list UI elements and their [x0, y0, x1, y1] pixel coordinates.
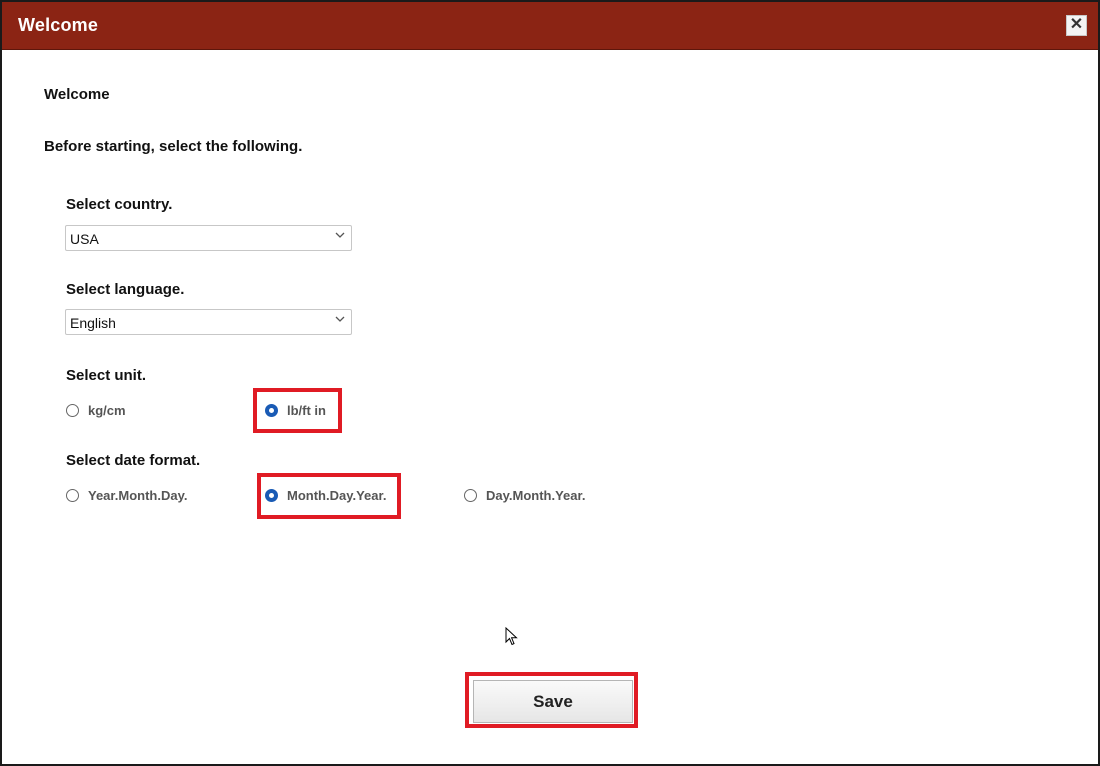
unit-radio-kg-cm[interactable]: kg/cm	[66, 403, 126, 418]
unit-label: Select unit.	[66, 367, 147, 384]
language-select[interactable]: English	[65, 309, 352, 335]
title-bar: Welcome ✕	[2, 2, 1098, 50]
welcome-heading: Welcome	[44, 86, 110, 103]
welcome-dialog: Welcome ✕ Welcome Before starting, selec…	[0, 0, 1100, 766]
highlight-box	[257, 473, 401, 519]
chevron-down-icon	[335, 316, 345, 322]
date-option-label: Day.Month.Year.	[486, 488, 586, 503]
date-format-label: Select date format.	[66, 452, 201, 469]
language-label: Select language.	[66, 281, 185, 298]
highlight-box	[253, 388, 342, 433]
language-selected-value: English	[70, 315, 116, 331]
date-radio-year-month-day[interactable]: Year.Month.Day.	[66, 488, 187, 503]
date-option-label: Year.Month.Day.	[88, 488, 188, 503]
date-radio-day-month-year[interactable]: Day.Month.Year.	[464, 488, 585, 503]
radio-unchecked-icon	[66, 404, 79, 417]
country-select[interactable]: USA	[65, 225, 352, 251]
close-button[interactable]: ✕	[1066, 15, 1087, 36]
radio-unchecked-icon	[464, 489, 477, 502]
country-label: Select country.	[66, 196, 173, 213]
mouse-cursor-icon	[505, 627, 518, 646]
close-icon: ✕	[1069, 16, 1084, 33]
highlight-box	[465, 672, 638, 728]
radio-unchecked-icon	[66, 489, 79, 502]
instruction-text: Before starting, select the following.	[44, 138, 303, 155]
unit-option-label: kg/cm	[88, 403, 126, 418]
country-selected-value: USA	[70, 231, 99, 247]
dialog-title: Welcome	[18, 15, 99, 35]
chevron-down-icon	[335, 232, 345, 238]
